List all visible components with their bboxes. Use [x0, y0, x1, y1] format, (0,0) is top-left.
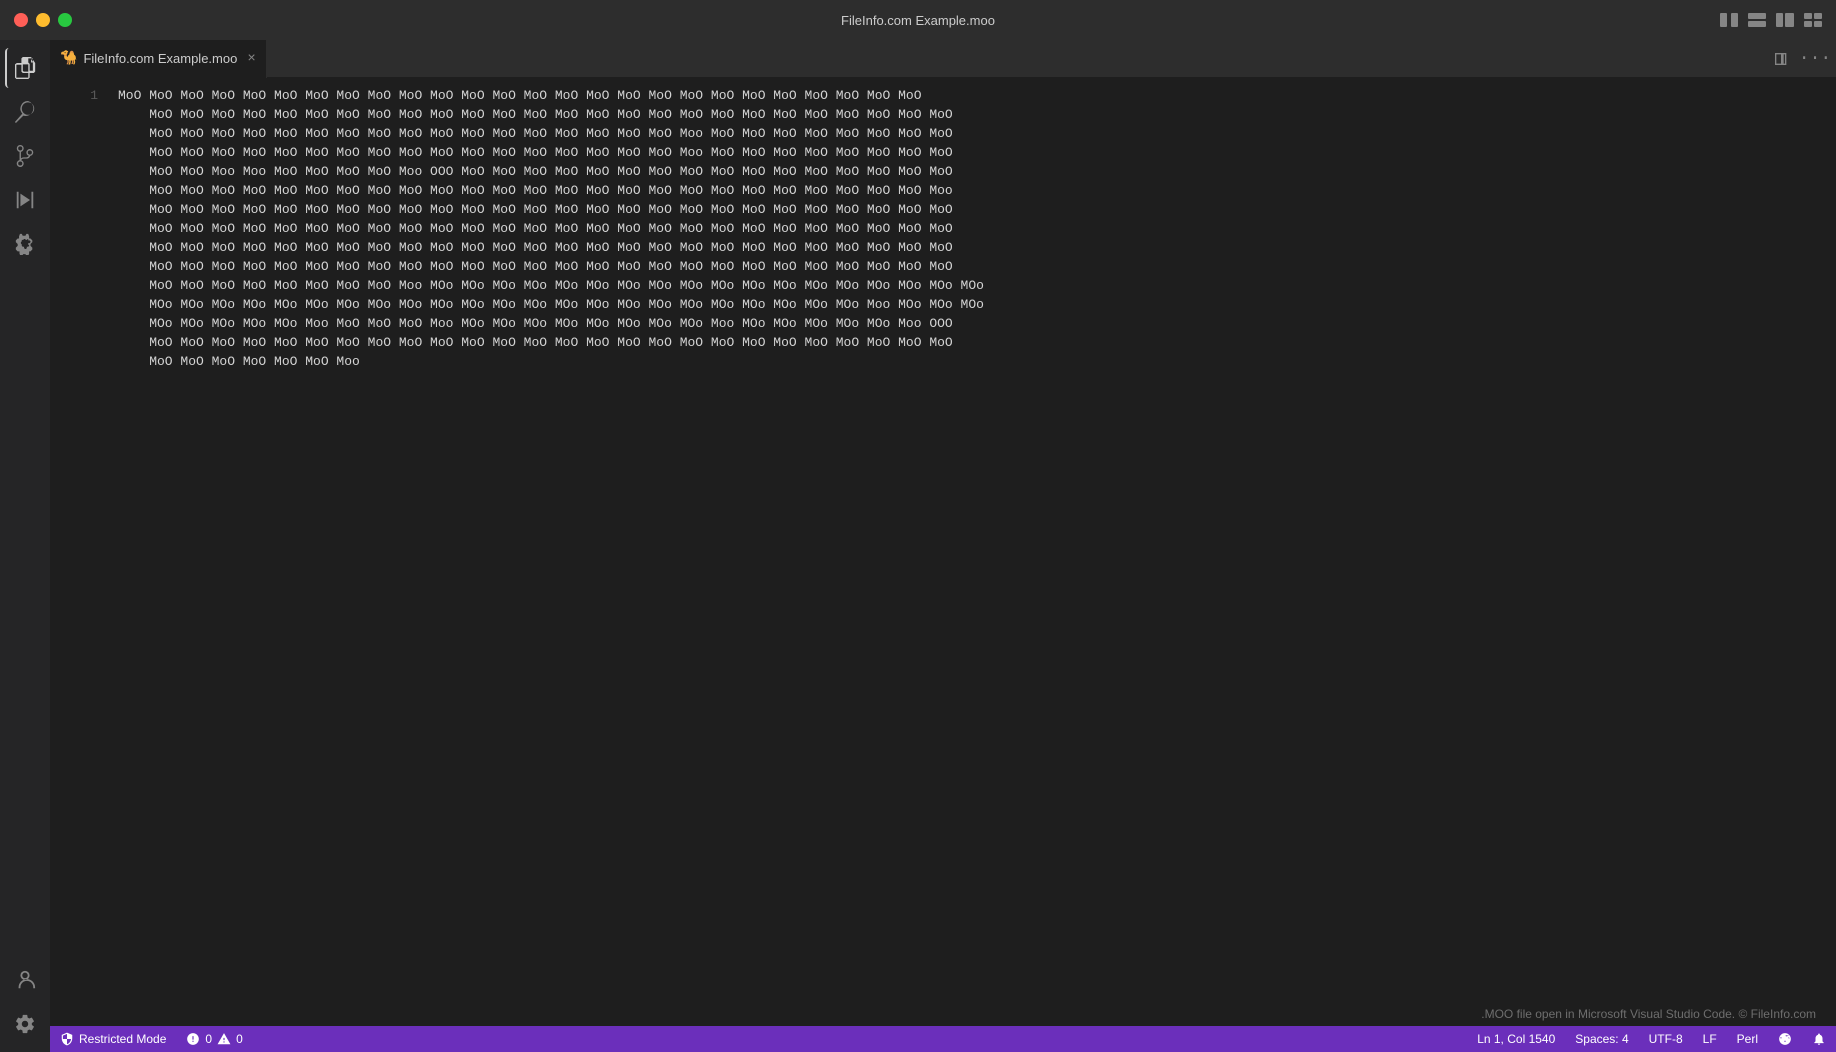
errors-button[interactable]: 0 0 [176, 1026, 252, 1052]
title-bar: FileInfo.com Example.moo [0, 0, 1836, 40]
shield-icon [60, 1032, 74, 1046]
activity-bar [0, 40, 50, 1052]
activity-item-account[interactable] [5, 960, 45, 1000]
status-right: Ln 1, Col 1540 Spaces: 4 UTF-8 LF Perl [1467, 1026, 1836, 1052]
remote-button[interactable] [1768, 1026, 1802, 1052]
minimize-button[interactable] [36, 13, 50, 27]
cursor-position[interactable]: Ln 1, Col 1540 [1467, 1026, 1565, 1052]
activity-item-search[interactable] [5, 92, 45, 132]
activity-item-extensions[interactable] [5, 224, 45, 264]
status-left: Restricted Mode 0 0 [50, 1026, 253, 1052]
editor-content: 1 MoO MoO MoO MoO MoO MoO MoO MoO MoO Mo… [50, 78, 1836, 1002]
warning-icon [217, 1032, 231, 1046]
close-button[interactable] [14, 13, 28, 27]
info-bar: .MOO file open in Microsoft Visual Studi… [50, 1002, 1836, 1026]
split-editor-button[interactable] [1768, 46, 1794, 72]
encoding[interactable]: UTF-8 [1639, 1026, 1693, 1052]
position-text: Ln 1, Col 1540 [1477, 1032, 1555, 1046]
status-bar: Restricted Mode 0 0 Ln 1, Col 1540 [50, 1026, 1836, 1052]
tab-bar: 🐪 FileInfo.com Example.moo × ··· [50, 40, 1836, 78]
layout-icon[interactable] [1748, 13, 1766, 27]
info-text: .MOO file open in Microsoft Visual Studi… [1481, 1007, 1816, 1021]
restricted-mode-button[interactable]: Restricted Mode [50, 1026, 176, 1052]
restricted-mode-label: Restricted Mode [79, 1032, 166, 1046]
remote-icon [1778, 1032, 1792, 1046]
panel-layout-icon[interactable] [1776, 13, 1794, 27]
window-title: FileInfo.com Example.moo [841, 13, 995, 28]
language-mode[interactable]: Perl [1727, 1026, 1768, 1052]
tab-active[interactable]: 🐪 FileInfo.com Example.moo × [50, 40, 267, 78]
warning-count: 0 [236, 1032, 243, 1046]
error-icon [186, 1032, 200, 1046]
error-count: 0 [205, 1032, 212, 1046]
maximize-button[interactable] [58, 13, 72, 27]
more-actions-button[interactable]: ··· [1802, 46, 1828, 72]
activity-item-settings[interactable] [5, 1004, 45, 1044]
more-layout-icon[interactable] [1804, 13, 1822, 27]
code-editor[interactable]: MoO MoO MoO MoO MoO MoO MoO MoO MoO MoO … [110, 78, 1836, 1002]
notifications-button[interactable] [1802, 1026, 1836, 1052]
activity-item-explorer[interactable] [5, 48, 45, 88]
traffic-lights [14, 13, 72, 27]
main-container: 🐪 FileInfo.com Example.moo × ··· 1 Mo [0, 40, 1836, 1052]
encoding-text: UTF-8 [1649, 1032, 1683, 1046]
line-ending[interactable]: LF [1693, 1026, 1727, 1052]
indentation[interactable]: Spaces: 4 [1565, 1026, 1638, 1052]
tab-close-button[interactable]: × [247, 51, 255, 67]
spaces-text: Spaces: 4 [1575, 1032, 1628, 1046]
line-numbers: 1 [50, 78, 110, 1002]
editor-container: 🐪 FileInfo.com Example.moo × ··· 1 Mo [50, 40, 1836, 1052]
title-bar-actions [1720, 13, 1822, 27]
split-editor-icon[interactable] [1720, 13, 1738, 27]
bell-icon [1812, 1032, 1826, 1046]
tab-bar-actions: ··· [1768, 46, 1836, 72]
activity-item-source-control[interactable] [5, 136, 45, 176]
language-text: Perl [1737, 1032, 1758, 1046]
line-number-1: 1 [50, 86, 98, 105]
line-ending-text: LF [1703, 1032, 1717, 1046]
tab-file-icon: 🐪 [60, 50, 77, 67]
tab-label: FileInfo.com Example.moo [83, 51, 237, 66]
activity-item-run[interactable] [5, 180, 45, 220]
